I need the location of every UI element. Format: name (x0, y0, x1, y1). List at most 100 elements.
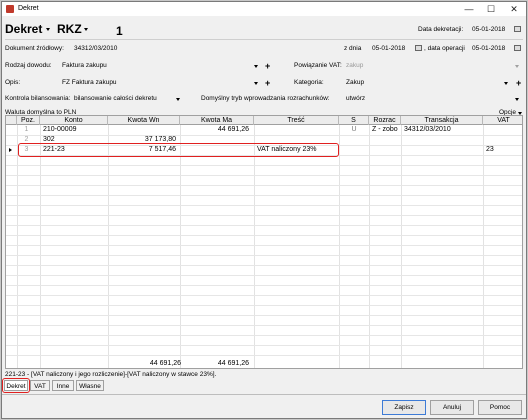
grid-line (40, 125, 41, 368)
highlight-box (2, 378, 30, 393)
settlement-mode-chevron-icon[interactable] (515, 98, 519, 101)
tab-inne[interactable]: Inne (52, 380, 74, 391)
row-marker-header (6, 116, 17, 125)
decree-date-label: Data dekretacji: (418, 26, 464, 33)
column-header-poz[interactable]: Poz. (17, 116, 40, 125)
add-category-icon[interactable]: + (516, 79, 521, 88)
balance-select[interactable]: bilansowanie całości dekretu (74, 95, 157, 102)
row-poz[interactable]: 1 (17, 126, 36, 134)
postings-grid[interactable]: Poz. Konto Kwota Wn Kwota Ma Treść S Roz… (5, 115, 523, 369)
evidence-type-label: Rodzaj dowodu: (5, 62, 52, 69)
save-button[interactable]: Zapisz (382, 400, 426, 415)
calendar-icon[interactable] (415, 45, 422, 51)
dekret-window: Dekret — ☐ ✕ Dekret RKZ 1 Data dekretacj… (1, 1, 527, 419)
row-vat[interactable]: 23 (486, 146, 494, 154)
category-select[interactable]: Zakup (346, 79, 364, 86)
divider (5, 39, 523, 40)
grid-line (6, 175, 522, 176)
grid-line (17, 125, 18, 368)
add-description-icon[interactable]: + (265, 79, 270, 88)
grid-line (369, 125, 370, 368)
grid-line (6, 315, 522, 316)
from-date-label: z dnia (344, 45, 362, 52)
description-label: Opis: (5, 79, 21, 86)
grid-line (180, 125, 181, 368)
highlight-box (18, 143, 339, 157)
category-label: Kategoria: (294, 79, 324, 86)
source-doc-label: Dokument źródłowy: (5, 45, 64, 52)
vat-link-select[interactable]: zakup (346, 62, 363, 69)
maximize-icon[interactable]: ☐ (481, 3, 501, 15)
row-konto[interactable]: 210-00009 (43, 126, 76, 134)
register-chevron-icon[interactable] (84, 28, 88, 31)
tab-vat[interactable]: VAT (30, 380, 50, 391)
app-icon (6, 5, 14, 13)
column-header-konto[interactable]: Konto (40, 116, 108, 125)
grid-line (6, 355, 522, 356)
column-header-kwota-ma[interactable]: Kwota Ma (180, 116, 254, 125)
row-rozrac[interactable]: Z - zobo (372, 126, 398, 134)
description-select[interactable]: FZ Faktura zakupu (62, 79, 117, 86)
help-button[interactable]: Pomoc (478, 400, 522, 415)
calendar-icon[interactable] (514, 26, 521, 32)
description-chevron-icon[interactable] (254, 82, 258, 85)
row-transakcja[interactable]: 34312/03/2010 (404, 126, 451, 134)
grid-line (401, 125, 402, 368)
calendar-icon[interactable] (514, 45, 521, 51)
grid-line (6, 245, 522, 246)
from-date-field[interactable]: 05-01-2018 (372, 45, 405, 52)
vat-link-label: Powiązanie VAT: (294, 62, 342, 69)
close-icon[interactable]: ✕ (504, 3, 524, 15)
decree-date-field[interactable]: 05-01-2018 (472, 26, 505, 33)
grid-line (108, 125, 109, 368)
grid-line (6, 255, 522, 256)
source-doc-field[interactable]: 34312/03/2010 (74, 45, 117, 52)
document-number[interactable]: 1 (116, 24, 123, 38)
evidence-type-select[interactable]: Faktura zakupu (62, 62, 107, 69)
category-chevron-icon[interactable] (504, 82, 508, 85)
grid-line (6, 335, 522, 336)
add-evidence-icon[interactable]: + (265, 62, 270, 71)
total-kwota-wn: 44 691,26 (149, 360, 181, 367)
grid-line (6, 285, 522, 286)
grid-line (6, 205, 522, 206)
column-header-vat[interactable]: VAT (483, 116, 522, 125)
grid-line (339, 125, 340, 368)
settlement-mode-label: Domyślny tryb wprowadzania rozrachunków: (201, 95, 330, 102)
vat-link-chevron-icon[interactable] (515, 65, 519, 68)
grid-line (6, 215, 522, 216)
balance-label: Kontrola bilansowania: (5, 95, 71, 102)
column-header-kwota-wn[interactable]: Kwota Wn (108, 116, 180, 125)
grid-line (6, 195, 522, 196)
tab-wlasne[interactable]: Własne (76, 380, 104, 391)
column-header-tresc[interactable]: Treść (254, 116, 339, 125)
cancel-button[interactable]: Anuluj (430, 400, 474, 415)
op-date-label: , data operacji (424, 45, 465, 52)
grid-line (6, 135, 522, 136)
grid-line (6, 305, 522, 306)
grid-line (6, 325, 522, 326)
op-date-field[interactable]: 05-01-2018 (472, 45, 505, 52)
evidence-chevron-icon[interactable] (254, 65, 258, 68)
current-row-arrow-icon (9, 148, 12, 152)
column-header-transakcja[interactable]: Transakcja (401, 116, 483, 125)
row-kwota-ma[interactable]: 44 691,26 (180, 126, 249, 134)
grid-line (6, 275, 522, 276)
minimize-icon[interactable]: — (459, 3, 479, 15)
grid-header: Poz. Konto Kwota Wn Kwota Ma Treść S Roz… (6, 116, 522, 125)
column-header-rozrac[interactable]: Rozrac (369, 116, 401, 125)
divider (2, 394, 526, 395)
grid-line (6, 295, 522, 296)
doc-type-chevron-icon[interactable] (46, 28, 50, 31)
grid-line (483, 125, 484, 368)
balance-chevron-icon[interactable] (176, 98, 180, 101)
register-select[interactable]: RKZ (57, 22, 82, 36)
doc-type-select[interactable]: Dekret (5, 22, 42, 36)
settlement-mode-select[interactable]: utwórz (346, 95, 365, 102)
window-title: Dekret (18, 5, 39, 12)
account-status-text: 221-23 - [VAT naliczony i jego rozliczen… (5, 371, 217, 378)
column-header-s[interactable]: S (339, 116, 369, 125)
row-s[interactable]: U (339, 126, 369, 134)
grid-line (6, 225, 522, 226)
grid-line (254, 125, 255, 368)
